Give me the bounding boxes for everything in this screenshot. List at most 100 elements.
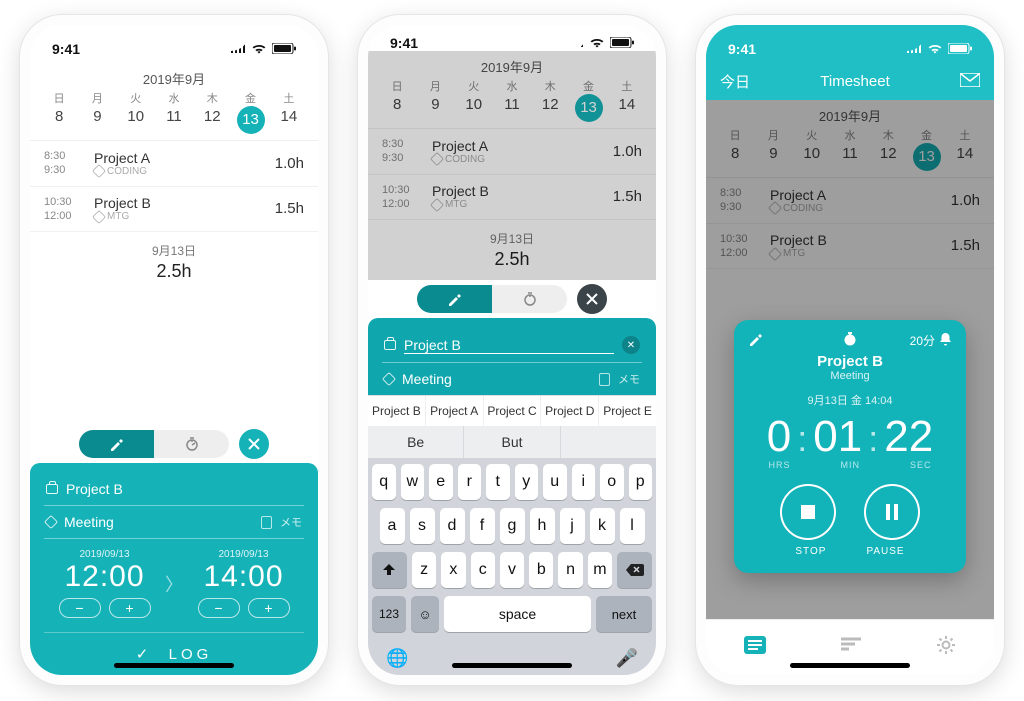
mail-icon[interactable]	[960, 73, 980, 91]
key[interactable]: u	[543, 464, 567, 500]
next-key[interactable]: next	[596, 596, 652, 632]
kb-suggestion[interactable]	[561, 426, 656, 458]
key[interactable]: e	[429, 464, 453, 500]
key[interactable]: i	[572, 464, 596, 500]
stopwatch-icon	[842, 331, 858, 347]
key[interactable]: r	[458, 464, 482, 500]
timer-mode-tab[interactable]	[492, 285, 567, 313]
shift-key[interactable]	[372, 552, 407, 588]
decrement-button[interactable]: −	[198, 598, 240, 618]
key[interactable]: q	[372, 464, 396, 500]
manual-mode-tab[interactable]	[417, 285, 492, 313]
suggestion-item[interactable]: Project A	[426, 396, 484, 426]
entry-title: Project B	[94, 195, 275, 211]
key[interactable]: h	[530, 508, 555, 544]
space-key[interactable]: space	[444, 596, 591, 632]
calendar-day[interactable]: 月9	[78, 90, 116, 134]
close-button[interactable]	[577, 284, 607, 314]
kb-suggestion[interactable]: But	[464, 426, 560, 458]
kb-suggestion[interactable]: Be	[368, 426, 464, 458]
calendar-day[interactable]: 火10	[117, 90, 155, 134]
calendar-day[interactable]: 木12	[193, 90, 231, 134]
numbers-key[interactable]: 123	[372, 596, 406, 632]
key[interactable]: o	[600, 464, 624, 500]
mic-icon[interactable]: 🎤	[616, 648, 638, 669]
key[interactable]: c	[471, 552, 495, 588]
status-time: 9:41	[728, 41, 756, 57]
time-entry-row[interactable]: 10:3012:00 Project BMTG 1.5h	[30, 187, 318, 233]
tab-reports[interactable]	[841, 636, 861, 659]
bell-icon[interactable]	[939, 332, 952, 349]
calendar-month: 2019年9月	[30, 63, 318, 90]
key[interactable]: y	[515, 464, 539, 500]
calendar-day[interactable]: 水11	[155, 90, 193, 134]
modal-dimmer[interactable]	[368, 51, 656, 280]
pencil-icon	[109, 437, 125, 451]
entry-mode-segmented[interactable]	[79, 430, 229, 458]
key[interactable]: a	[380, 508, 405, 544]
day-summary: 9月13日 2.5h	[30, 232, 318, 292]
timer-display: 0:01:22	[748, 412, 952, 462]
suggestion-item[interactable]: Project B	[368, 396, 426, 426]
key[interactable]: s	[410, 508, 435, 544]
suggestion-item[interactable]: Project C	[484, 396, 542, 426]
start-time-picker[interactable]: 2019/09/13 12:00 −+	[48, 549, 161, 618]
key[interactable]: l	[620, 508, 645, 544]
today-button[interactable]: 今日	[720, 71, 750, 92]
key[interactable]: w	[401, 464, 425, 500]
key[interactable]: b	[529, 552, 553, 588]
timer-mode-tab[interactable]	[154, 430, 229, 458]
key[interactable]: t	[486, 464, 510, 500]
stop-button[interactable]	[780, 484, 836, 540]
key[interactable]: x	[441, 552, 465, 588]
reminder-label: 20分	[910, 332, 935, 349]
briefcase-icon	[46, 484, 58, 494]
end-time-picker[interactable]: 2019/09/13 14:00 −+	[187, 549, 300, 618]
decrement-button[interactable]: −	[59, 598, 101, 618]
entry-mode-segmented[interactable]	[417, 285, 567, 313]
battery-icon	[948, 41, 972, 57]
calendar-day[interactable]: 土14	[270, 90, 308, 134]
list-icon	[744, 636, 766, 654]
edit-button[interactable]	[748, 332, 764, 349]
tab-timesheet[interactable]	[744, 636, 766, 660]
backspace-key[interactable]	[617, 552, 652, 588]
pause-button[interactable]	[864, 484, 920, 540]
increment-button[interactable]: +	[109, 598, 151, 618]
calendar-day[interactable]: 金13	[231, 90, 269, 134]
suggestion-item[interactable]: Project E	[599, 396, 656, 426]
key[interactable]: j	[560, 508, 585, 544]
status-time: 9:41	[52, 41, 80, 57]
clear-button[interactable]: ✕	[622, 336, 640, 354]
log-button[interactable]: ✓ LOG	[44, 632, 304, 675]
memo-field[interactable]: メモ	[280, 514, 302, 530]
nav-bar: 今日 Timesheet	[706, 63, 994, 100]
entry-title: Project A	[94, 150, 275, 166]
key[interactable]: n	[558, 552, 582, 588]
key[interactable]: v	[500, 552, 524, 588]
key[interactable]: k	[590, 508, 615, 544]
tag-input[interactable]: Meeting	[402, 371, 591, 387]
key[interactable]: d	[440, 508, 465, 544]
manual-mode-tab[interactable]	[79, 430, 154, 458]
wifi-icon	[589, 35, 605, 51]
key[interactable]: m	[588, 552, 612, 588]
key[interactable]: g	[500, 508, 525, 544]
key[interactable]: p	[629, 464, 653, 500]
key[interactable]: z	[412, 552, 436, 588]
timer-datetime: 9月13日 金 14:04	[748, 392, 952, 408]
project-input[interactable]: Project B	[404, 337, 614, 354]
time-entry-row[interactable]: 8:309:30 Project ACODING 1.0h	[30, 141, 318, 187]
increment-button[interactable]: +	[248, 598, 290, 618]
backspace-icon	[626, 564, 644, 576]
globe-icon[interactable]: 🌐	[386, 648, 408, 669]
close-button[interactable]	[239, 429, 269, 459]
tab-settings[interactable]	[936, 635, 956, 661]
calendar-day[interactable]: 日8	[40, 90, 78, 134]
phone-screenshot-2: 9:41 2019年9月 日8 月9 火10 水11 木12 金13 土14 8…	[358, 15, 666, 685]
suggestion-item[interactable]: Project D	[541, 396, 599, 426]
project-field[interactable]: Project B	[66, 481, 302, 497]
tag-field[interactable]: Meeting	[64, 514, 253, 530]
emoji-key[interactable]: ☺	[411, 596, 439, 632]
key[interactable]: f	[470, 508, 495, 544]
